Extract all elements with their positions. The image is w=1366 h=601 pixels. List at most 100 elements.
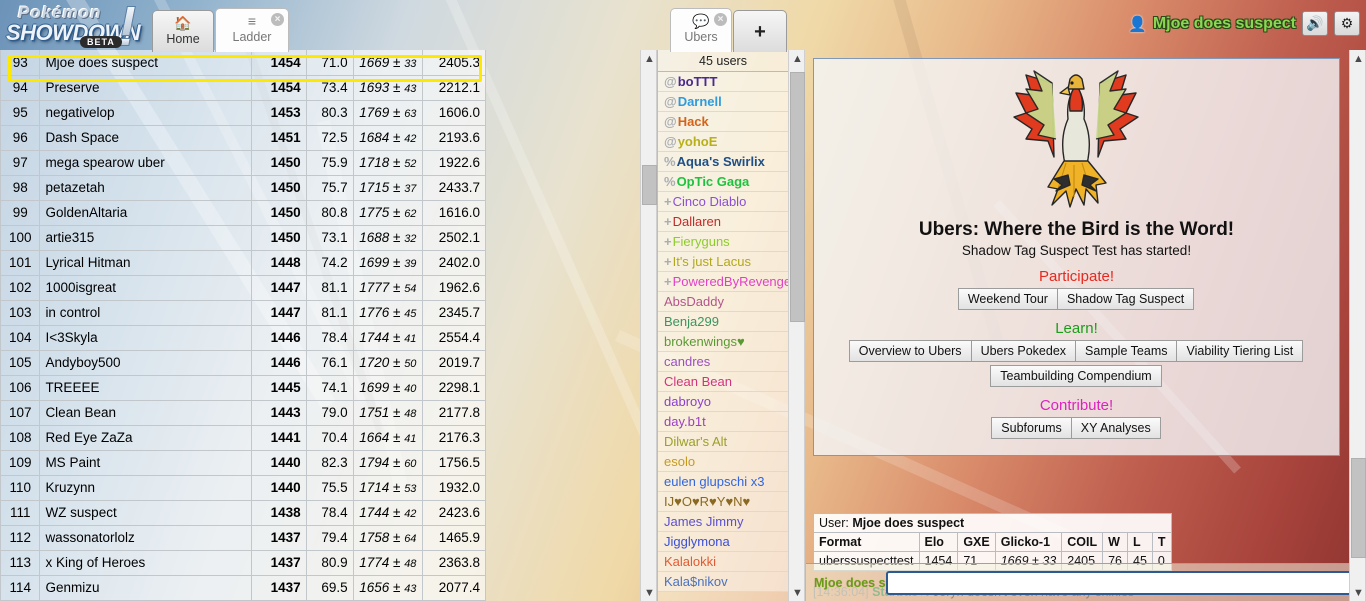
- cell-name[interactable]: mega spearow uber: [39, 149, 252, 176]
- scroll-down-icon[interactable]: ▼: [641, 584, 658, 601]
- room-link-button[interactable]: Shadow Tag Suspect: [1056, 288, 1195, 310]
- cell-name[interactable]: Red Eye ZaZa: [39, 424, 252, 451]
- ladder-panel[interactable]: 93 Mjoe does suspect 1454 71.0 1669 ± 33 2405…: [0, 50, 640, 601]
- table-row[interactable]: 111 WZ suspect 1438 78.4 1744 ± 42 2423.6: [0, 499, 487, 526]
- list-item[interactable]: AbsDaddy: [658, 292, 788, 312]
- cell-name[interactable]: artie315: [39, 224, 252, 251]
- list-item[interactable]: %OpTic Gaga: [658, 172, 788, 192]
- chat-input[interactable]: [886, 570, 1358, 595]
- table-row[interactable]: 93 Mjoe does suspect 1454 71.0 1669 ± 33 2405…: [0, 50, 487, 75]
- room-link-button[interactable]: Overview to Ubers: [848, 340, 972, 362]
- cell-name[interactable]: WZ suspect: [39, 499, 252, 526]
- list-item[interactable]: @yohoE: [658, 132, 788, 152]
- table-row[interactable]: 107 Clean Bean 1443 79.0 1751 ± 48 2177.8: [0, 399, 487, 426]
- table-row[interactable]: 100 artie315 1450 73.1 1688 ± 32 2502.1: [0, 224, 487, 251]
- table-row[interactable]: 105 Andyboy500 1446 76.1 1720 ± 50 2019.7: [0, 349, 487, 376]
- table-row[interactable]: 106 TREEEE 1445 74.1 1699 ± 40 2298.1: [0, 374, 487, 401]
- table-row[interactable]: 114 Genmizu 1437 69.5 1656 ± 43 2077.4: [0, 574, 487, 601]
- cell-name[interactable]: GoldenAltaria: [39, 199, 252, 226]
- room-link-button[interactable]: XY Analyses: [1070, 417, 1161, 439]
- scrollbar-thumb[interactable]: [1351, 458, 1366, 558]
- scroll-down-icon[interactable]: ▼: [789, 584, 806, 601]
- cell-name[interactable]: 1000isgreat: [39, 274, 252, 301]
- list-item[interactable]: day.b1t: [658, 412, 788, 432]
- list-item[interactable]: @boTTT: [658, 72, 788, 92]
- room-link-button[interactable]: Sample Teams: [1075, 340, 1178, 362]
- table-row[interactable]: 94 Preserve 1454 73.4 1693 ± 43 2212.1: [0, 74, 487, 101]
- table-row[interactable]: 112 wassonatorlolz 1437 79.4 1758 ± 64 1465.9: [0, 524, 487, 551]
- list-item[interactable]: IJ♥O♥R♥Y♥N♥: [658, 492, 788, 512]
- list-item[interactable]: Benja299: [658, 312, 788, 332]
- room-link-button[interactable]: Ubers Pokedex: [970, 340, 1077, 362]
- scroll-down-icon[interactable]: ▼: [1350, 584, 1366, 601]
- tab-ubers[interactable]: 💬 Ubers ×: [670, 8, 732, 52]
- list-item[interactable]: James Jimmy: [658, 512, 788, 532]
- list-item[interactable]: @Darnell: [658, 92, 788, 112]
- table-row[interactable]: 102 1000isgreat 1447 81.1 1777 ± 54 1962.6: [0, 274, 487, 301]
- table-row[interactable]: 104 I<3Skyla 1446 78.4 1744 ± 41 2554.4: [0, 324, 487, 351]
- cell-name[interactable]: negativelop: [39, 99, 252, 126]
- list-item[interactable]: @Hack: [658, 112, 788, 132]
- cell-name[interactable]: petazetah: [39, 174, 252, 201]
- cell-name[interactable]: Kruzynn: [39, 474, 252, 501]
- cell-name[interactable]: wassonatorlolz: [39, 524, 252, 551]
- list-item[interactable]: candres: [658, 352, 788, 372]
- close-icon[interactable]: ×: [271, 13, 284, 26]
- cell-name[interactable]: Mjoe does suspect: [39, 50, 252, 75]
- table-row[interactable]: 109 MS Paint 1440 82.3 1794 ± 60 1756.5: [0, 449, 487, 476]
- cell-name[interactable]: MS Paint: [39, 449, 252, 476]
- list-item[interactable]: +Fieryguns: [658, 232, 788, 252]
- table-row[interactable]: 110 Kruzynn 1440 75.5 1714 ± 53 1932.0: [0, 474, 487, 501]
- speaker-icon[interactable]: 🔊: [1302, 11, 1328, 36]
- table-row[interactable]: 108 Red Eye ZaZa 1441 70.4 1664 ± 41 2176.3: [0, 424, 487, 451]
- cell-name[interactable]: TREEEE: [39, 374, 252, 401]
- cell-name[interactable]: Lyrical Hitman: [39, 249, 252, 276]
- table-row[interactable]: 113 x King of Heroes 1437 80.9 1774 ± 48 2363…: [0, 549, 487, 576]
- cell-name[interactable]: in control: [39, 299, 252, 326]
- list-item[interactable]: dabroyo: [658, 392, 788, 412]
- table-row[interactable]: 103 in control 1447 81.1 1776 ± 45 2345.7: [0, 299, 487, 326]
- list-item[interactable]: Jigglymona: [658, 532, 788, 552]
- list-item[interactable]: Kala$nikov: [658, 572, 788, 592]
- tab-home[interactable]: 🏠 Home: [152, 10, 214, 52]
- current-username[interactable]: Mjoe does suspect: [1153, 15, 1296, 33]
- list-item[interactable]: eulen glupschi x3: [658, 472, 788, 492]
- table-row[interactable]: 97 mega spearow uber 1450 75.9 1718 ± 52 1922…: [0, 149, 487, 176]
- list-item[interactable]: +Dallaren: [658, 212, 788, 232]
- scroll-up-icon[interactable]: ▲: [641, 50, 658, 67]
- cell-name[interactable]: x King of Heroes: [39, 549, 252, 576]
- room-link-button[interactable]: Viability Tiering List: [1176, 340, 1304, 362]
- gear-icon[interactable]: ⚙: [1334, 11, 1360, 36]
- list-item[interactable]: +PoweredByRevenge: [658, 272, 788, 292]
- userlist-scrollbar[interactable]: ▲ ▼: [788, 50, 805, 601]
- scroll-up-icon[interactable]: ▲: [789, 50, 806, 67]
- list-item[interactable]: esolo: [658, 452, 788, 472]
- list-item[interactable]: Dilwar's Alt: [658, 432, 788, 452]
- table-row[interactable]: 98 petazetah 1450 75.7 1715 ± 37 2433.7: [0, 174, 487, 201]
- cell-name[interactable]: I<3Skyla: [39, 324, 252, 351]
- cell-name[interactable]: Preserve: [39, 74, 252, 101]
- list-item[interactable]: +Cinco Diablo: [658, 192, 788, 212]
- list-item[interactable]: +It's just Lacus: [658, 252, 788, 272]
- cell-name[interactable]: Dash Space: [39, 124, 252, 151]
- table-row[interactable]: 99 GoldenAltaria 1450 80.8 1775 ± 62 1616.0: [0, 199, 487, 226]
- room-link-button[interactable]: Weekend Tour: [957, 288, 1058, 310]
- table-row[interactable]: 101 Lyrical Hitman 1448 74.2 1699 ± 39 2402.0: [0, 249, 487, 276]
- table-row[interactable]: 96 Dash Space 1451 72.5 1684 ± 42 2193.6: [0, 124, 487, 151]
- scrollbar-thumb[interactable]: [790, 72, 805, 322]
- close-icon[interactable]: ×: [714, 13, 727, 26]
- scroll-up-icon[interactable]: ▲: [1350, 50, 1366, 67]
- cell-name[interactable]: Clean Bean: [39, 399, 252, 426]
- cell-name[interactable]: Andyboy500: [39, 349, 252, 376]
- room-link-button[interactable]: Subforums: [991, 417, 1072, 439]
- list-item[interactable]: brokenwings♥: [658, 332, 788, 352]
- new-tab-button[interactable]: +: [733, 10, 787, 52]
- table-row[interactable]: 95 negativelop 1453 80.3 1769 ± 63 1606.0: [0, 99, 487, 126]
- list-item[interactable]: Kalalokki: [658, 552, 788, 572]
- cell-name[interactable]: Genmizu: [39, 574, 252, 601]
- list-item[interactable]: Clean Bean: [658, 372, 788, 392]
- room-link-button[interactable]: Teambuilding Compendium: [990, 365, 1162, 387]
- userlist-panel[interactable]: 45 users @boTTT @Darnell @Hack @yohoE %Aqua'…: [657, 50, 788, 601]
- tab-ladder[interactable]: ≡ Ladder ×: [215, 8, 289, 52]
- scrollbar-thumb[interactable]: [642, 165, 657, 205]
